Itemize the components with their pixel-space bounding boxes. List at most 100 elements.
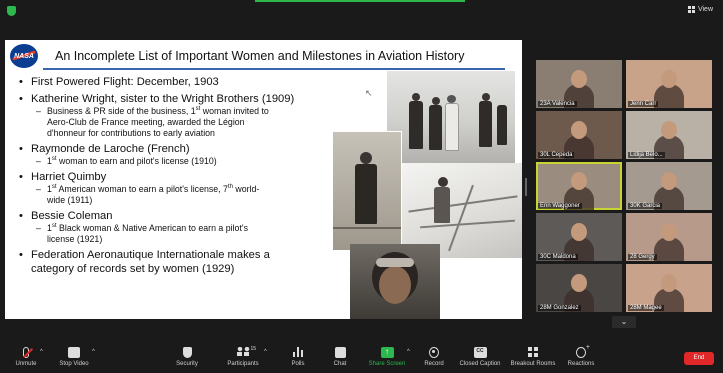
share-options-caret[interactable]: ^	[407, 349, 410, 355]
breakout-rooms-button[interactable]: Breakout Rooms	[509, 347, 557, 367]
unmute-button[interactable]: Unmute	[12, 347, 40, 367]
bullet-raymonde-de-laroche: Raymonde de Laroche (French)	[17, 142, 352, 156]
participant-tile[interactable]: 28M Gonzalez	[536, 264, 622, 312]
participant-tile[interactable]: 30K Garcia	[626, 162, 712, 210]
participant-name: 28 Gergy	[628, 254, 657, 260]
stop-video-button[interactable]: Stop Video	[58, 347, 90, 367]
microphone-muted-icon	[23, 347, 33, 358]
participant-face	[661, 274, 677, 292]
record-button[interactable]: Record	[422, 347, 446, 367]
grid-icon	[687, 6, 695, 13]
participant-tile[interactable]: 28M Magee	[626, 264, 712, 312]
shared-slide: NASA An Incomplete List of Important Wom…	[5, 40, 522, 319]
photo-face	[379, 266, 411, 304]
participants-icon: 15	[236, 346, 256, 358]
participant-name: Lidija Belo...	[628, 152, 665, 158]
participant-face	[661, 223, 677, 241]
reactions-button[interactable]: Reactions	[566, 344, 596, 367]
photo-figure-head	[432, 97, 440, 105]
participant-tile[interactable]: Lidija Belo...	[626, 111, 712, 159]
photo-raymonde-de-laroche	[332, 131, 402, 251]
participant-count: 15	[250, 346, 257, 352]
closed-caption-icon: CC	[473, 347, 487, 358]
polls-button[interactable]: Polls	[289, 347, 307, 367]
audio-options-caret[interactable]: ^	[40, 349, 43, 355]
zoom-meeting-window: View NASA An Incomplete List of Importan…	[0, 0, 723, 373]
view-label: View	[697, 6, 713, 13]
photo-aircraft-strut	[448, 184, 474, 252]
photo-figure	[429, 105, 442, 150]
participant-face	[571, 223, 587, 241]
participant-tile[interactable]: Erin Waggoner	[536, 162, 622, 210]
participant-gallery: 23A Valencia Jenn Carr 30L Cepeda Lidija Be…	[536, 60, 712, 315]
security-button[interactable]: Security	[174, 347, 200, 367]
bullet-katherine-wright: Katherine Wright, sister to the Wright B…	[17, 92, 352, 106]
photo-aircraft-wing	[333, 227, 401, 229]
meeting-toolbar: Unmute ^ Stop Video ^ Security 15 Partic…	[0, 343, 723, 373]
participant-face	[571, 172, 587, 190]
participant-tile[interactable]: 28 Gergy	[626, 213, 712, 261]
bullet-list: First Powered Flight: December, 1903 Kat…	[17, 72, 352, 276]
participant-face	[661, 70, 677, 88]
bullet-bessie-coleman: Bessie Coleman	[17, 209, 352, 223]
chat-button[interactable]: Chat	[331, 347, 349, 367]
participant-tile[interactable]: Jenn Carr	[626, 60, 712, 108]
participant-tile[interactable]: 23A Valencia	[536, 60, 622, 108]
nasa-logo: NASA	[10, 44, 38, 68]
photo-figure	[409, 101, 423, 149]
panel-resize-handle[interactable]	[525, 178, 527, 196]
sub-bullet-bessie-coleman: 1st Black woman & Native American to ear…	[17, 223, 352, 245]
participant-name: 28M Magee	[628, 305, 664, 311]
reactions-smiley-icon	[576, 344, 590, 358]
mouse-cursor-icon: ↖	[365, 88, 373, 98]
security-shield-icon[interactable]	[7, 6, 16, 16]
bullet-fai-records: Federation Aeronautique Internationale m…	[17, 248, 352, 276]
participant-face	[571, 274, 587, 292]
participant-name: 30C Maldona	[538, 254, 578, 260]
slide-title: An Incomplete List of Important Women an…	[55, 49, 465, 63]
share-screen-button[interactable]: ↑ Share Screen	[367, 347, 407, 367]
participant-face	[571, 70, 587, 88]
title-underline	[43, 68, 505, 70]
closed-caption-button[interactable]: CC Closed Caption	[458, 347, 502, 367]
participant-name: Jenn Carr	[628, 101, 659, 107]
participant-face	[571, 121, 587, 139]
photo-bessie-coleman	[350, 244, 440, 319]
photo-figure	[445, 103, 459, 151]
photo-figure	[434, 187, 450, 223]
bullet-first-flight: First Powered Flight: December, 1903	[17, 75, 352, 89]
photo-figure-head	[438, 177, 448, 187]
participants-options-caret[interactable]: ^	[264, 349, 267, 355]
photo-goggles	[376, 258, 414, 267]
video-camera-icon	[68, 347, 80, 358]
participant-name: Erin Waggoner	[538, 203, 582, 209]
gallery-scroll-down-button[interactable]: ⌄	[612, 316, 636, 328]
share-screen-icon: ↑	[380, 347, 394, 358]
bullet-harriet-quimby: Harriet Quimby	[17, 170, 352, 184]
photo-figure-head	[482, 93, 490, 101]
photo-figure	[355, 164, 377, 224]
participants-button[interactable]: 15 Participants	[224, 346, 262, 367]
participant-tile[interactable]: 30C Maldona	[536, 213, 622, 261]
share-indicator-bar	[255, 0, 465, 2]
photo-wright-group	[387, 71, 515, 166]
top-bar: View	[0, 0, 723, 22]
photo-figure	[497, 105, 507, 145]
photo-figure	[479, 101, 492, 147]
participant-name: 30L Cepeda	[538, 152, 575, 158]
chat-bubble-icon	[334, 347, 346, 358]
photo-figure-head	[360, 152, 372, 164]
record-icon	[429, 347, 439, 358]
video-options-caret[interactable]: ^	[92, 349, 95, 355]
view-button[interactable]: View	[687, 6, 713, 13]
participant-name: 23A Valencia	[538, 101, 577, 107]
bar-chart-icon	[293, 347, 303, 358]
participant-tile[interactable]: 30L Cepeda	[536, 111, 622, 159]
end-meeting-button[interactable]: End	[684, 352, 714, 365]
photo-figure-head	[412, 93, 420, 101]
photo-figure-head	[447, 95, 456, 103]
sub-bullet-katherine-wright: Business & PR side of the business, 1st …	[17, 106, 352, 139]
participant-name: 28M Gonzalez	[538, 305, 581, 311]
sub-bullet-raymonde-de-laroche: 1st woman to earn and pilot's license (1…	[17, 156, 352, 167]
participant-face	[661, 172, 677, 190]
